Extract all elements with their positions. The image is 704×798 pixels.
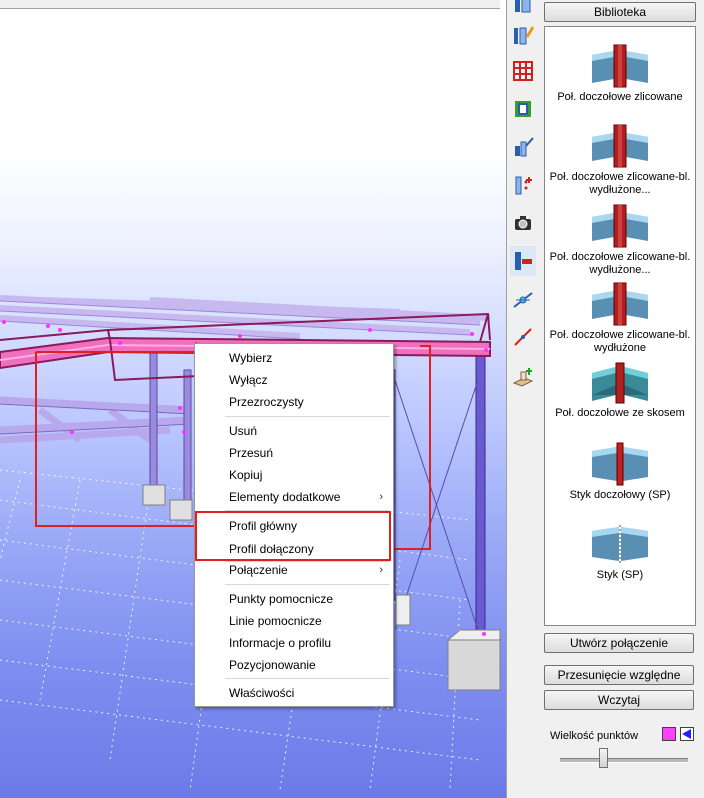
menu-item-move[interactable]: Przesuń	[195, 442, 393, 464]
library-item-label: Styk (SP)	[596, 569, 644, 581]
menu-item-delete[interactable]: Usuń	[195, 420, 393, 442]
profile-section-icon[interactable]	[510, 94, 536, 124]
point-color-swatch[interactable]	[662, 727, 676, 741]
menu-item-helper-lines[interactable]: Linie pomocnicze	[195, 610, 393, 632]
menu-item-connection[interactable]: Połączenie ›	[195, 559, 393, 581]
menu-item-attached-profile[interactable]: Profil dołączony	[195, 538, 393, 560]
menu-item-label: Pozycjonowanie	[229, 658, 316, 672]
menu-item-label: Wybierz	[229, 351, 273, 365]
submenu-arrow-icon: ›	[379, 491, 383, 503]
menu-item-main-profile[interactable]: Profil główny	[195, 515, 393, 537]
menu-item-label: Właściwości	[229, 686, 295, 700]
submenu-arrow-icon: ›	[379, 564, 383, 576]
end-plate-extended-2-icon	[592, 204, 648, 248]
library-panel: Biblioteka Poł. doczołowe zlicowane Poł.…	[538, 0, 704, 798]
menu-item-label: Linie pomocnicze	[229, 614, 322, 628]
add-points-icon[interactable]	[510, 170, 536, 200]
menu-item-label: Połączenie	[229, 563, 288, 577]
library-item-label: Styk doczołowy (SP)	[569, 489, 671, 501]
end-plate-extended-icon	[592, 124, 648, 168]
menu-separator	[225, 584, 389, 585]
menu-item-disable[interactable]: Wyłącz	[195, 369, 393, 391]
menu-item-label: Profil główny	[229, 519, 298, 533]
triangle-left-icon	[682, 729, 691, 739]
library-item-label: Poł. doczołowe ze skosem	[555, 407, 685, 419]
diagonal-line-icon[interactable]	[510, 322, 536, 352]
library-item-label: Poł. doczołowe zlicowane-bl. wydłużone	[549, 329, 691, 354]
library-item-end-plate-extended[interactable]: Poł. doczołowe zlicowane-bl. wydłużone..…	[545, 123, 695, 197]
bracing	[394, 379, 479, 631]
splice-end-plate-icon	[592, 442, 648, 486]
column-connection-icon[interactable]	[510, 0, 536, 18]
menu-item-properties[interactable]: Właściwości	[195, 682, 393, 704]
point-marker-swatch[interactable]	[680, 727, 694, 741]
library-header-button[interactable]: Biblioteka	[544, 2, 696, 22]
menu-item-label: Kopiuj	[229, 468, 263, 482]
menu-item-label: Przezroczysty	[229, 395, 304, 409]
library-item-label: Poł. doczołowe zlicowane-bl. wydłużone..…	[549, 251, 691, 276]
menu-item-label: Punkty pomocnicze	[229, 592, 334, 606]
menu-separator	[225, 510, 389, 511]
menu-item-label: Informacje o profilu	[229, 636, 332, 650]
menu-item-copy[interactable]: Kopiuj	[195, 464, 393, 486]
menu-item-additional-elements[interactable]: Elementy dodatkowe ›	[195, 486, 393, 508]
point-size-slider-thumb[interactable]	[599, 748, 608, 768]
menu-item-transparent[interactable]: Przezroczysty	[195, 391, 393, 413]
splice-icon	[592, 525, 648, 563]
library-item-end-plate-extended-2[interactable]: Poł. doczołowe zlicowane-bl. wydłużone..…	[545, 203, 695, 277]
point-size-label: Wielkość punktów	[550, 730, 639, 742]
library-item-end-plate-extended-3[interactable]: Poł. doczołowe zlicowane-bl. wydłużone	[545, 281, 695, 355]
menu-item-helper-points[interactable]: Punkty pomocnicze	[195, 588, 393, 610]
menu-item-profile-info[interactable]: Informacje o profilu	[195, 632, 393, 654]
menu-separator	[225, 678, 389, 679]
grid-icon[interactable]	[510, 56, 536, 86]
end-plate-flush-icon	[592, 44, 648, 88]
menu-item-positioning[interactable]: Pozycjonowanie	[195, 654, 393, 676]
vertical-toolbar	[506, 0, 540, 798]
menu-item-select[interactable]: Wybierz	[195, 347, 393, 369]
menu-item-label: Przesuń	[229, 446, 274, 460]
load-button[interactable]: Wczytaj	[544, 690, 694, 710]
beam-column-joint-icon[interactable]	[510, 246, 536, 276]
menu-item-label: Profil dołączony	[229, 542, 314, 556]
add-plate-icon[interactable]	[510, 362, 536, 392]
library-item-end-plate-haunch[interactable]: Poł. doczołowe ze skosem	[545, 361, 695, 420]
member-node-icon[interactable]	[510, 284, 536, 314]
library-item-label: Poł. doczołowe zlicowane	[557, 91, 683, 103]
library-item-end-plate-flush[interactable]: Poł. doczołowe zlicowane	[545, 43, 695, 104]
end-plate-haunch-icon	[592, 362, 648, 404]
relative-move-button[interactable]: Przesunięcie względne	[544, 665, 694, 685]
end-plate-extended-3-icon	[592, 282, 648, 326]
create-connection-button[interactable]: Utwórz połączenie	[544, 633, 694, 653]
library-item-splice[interactable]: Styk (SP)	[545, 521, 695, 582]
library-list[interactable]: Poł. doczołowe zlicowane Poł. doczołowe …	[544, 26, 696, 626]
menu-separator	[225, 416, 389, 417]
context-menu: Wybierz Wyłącz Przezroczysty Usuń Przesu…	[194, 343, 394, 707]
library-item-splice-end-plate[interactable]: Styk doczołowy (SP)	[545, 441, 695, 502]
edit-connection-icon[interactable]	[510, 20, 536, 50]
library-item-label: Poł. doczołowe zlicowane-bl. wydłużone..…	[549, 171, 691, 196]
menu-item-label: Usuń	[229, 424, 258, 438]
point-size-slider-track[interactable]	[560, 758, 688, 763]
stair-connection-icon[interactable]	[510, 132, 536, 162]
menu-item-label: Elementy dodatkowe	[229, 490, 341, 504]
camera-icon[interactable]	[510, 208, 536, 238]
menu-item-label: Wyłącz	[229, 373, 268, 387]
